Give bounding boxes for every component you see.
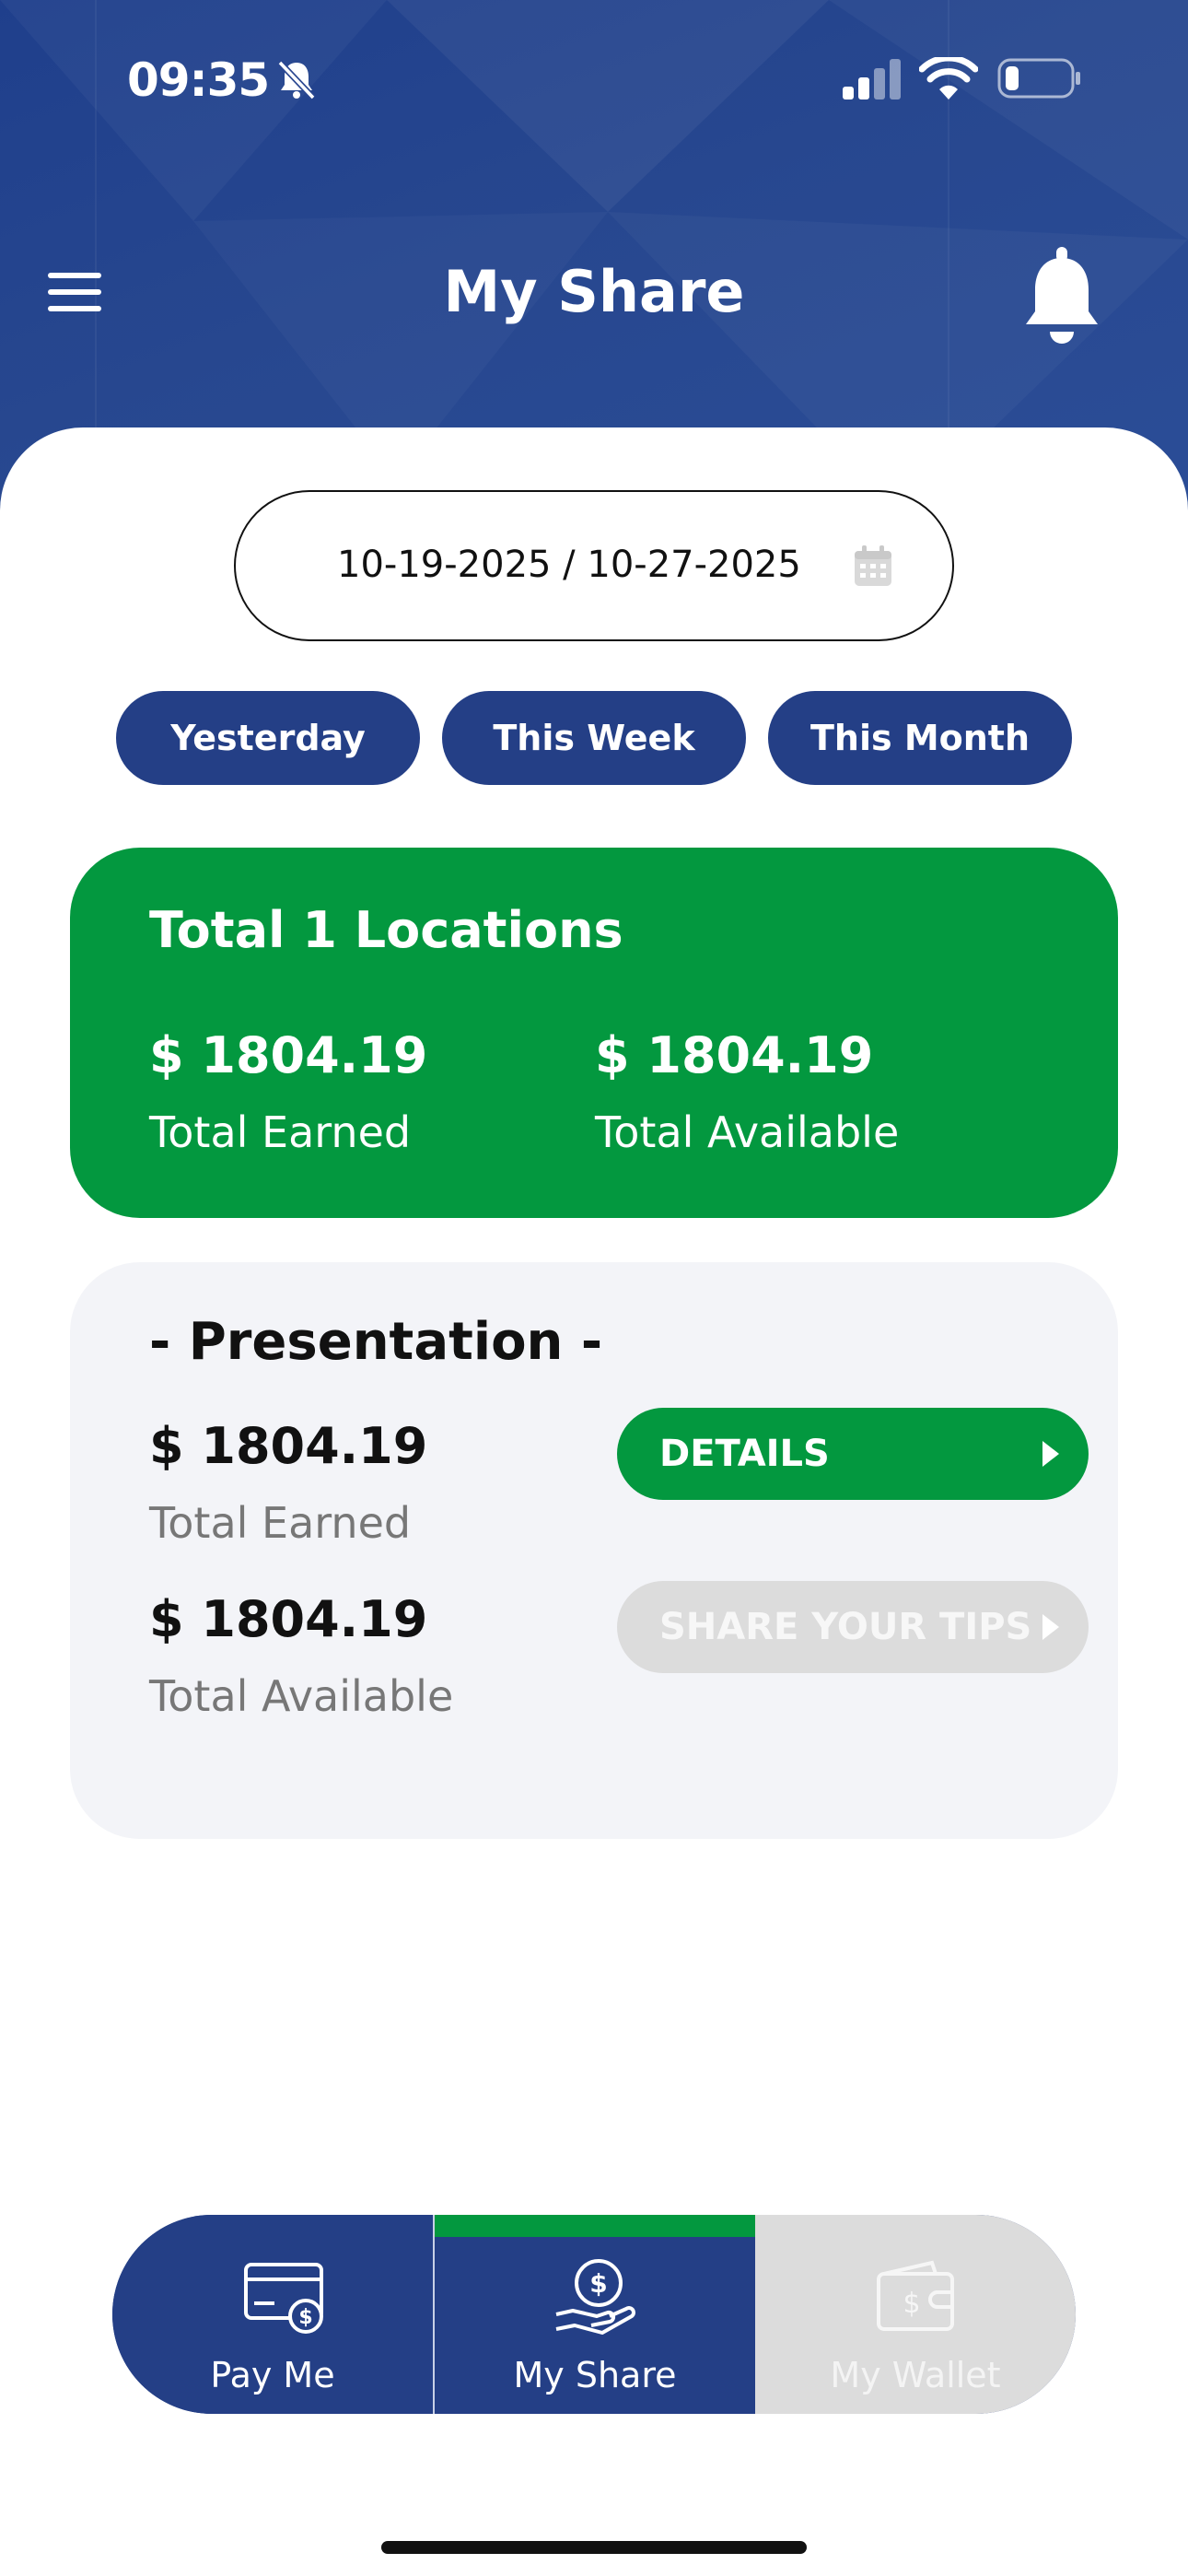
location-available-label: Total Available [149, 1671, 454, 1721]
location-card: - Presentation - $ 1804.19 Total Earned … [70, 1262, 1118, 1839]
date-range-text: 10-19-2025 / 10-27-2025 [337, 544, 801, 586]
location-earned-label: Total Earned [149, 1498, 412, 1548]
nav-pay-me-label: Pay Me [210, 2355, 335, 2395]
calendar-icon [855, 545, 891, 586]
notification-bell-icon[interactable] [1020, 247, 1103, 345]
cellular-signal-icon [843, 59, 901, 100]
active-indicator [435, 2215, 755, 2237]
summary-available-amount: $ 1804.19 [595, 1026, 874, 1084]
summary-title: Total 1 Locations [149, 901, 623, 959]
yesterday-chip[interactable]: Yesterday [116, 691, 420, 785]
nav-my-share[interactable]: $ My Share [435, 2215, 755, 2414]
status-time: 09:35 [127, 53, 270, 107]
total-summary-card: Total 1 Locations $ 1804.19 Total Earned… [70, 848, 1118, 1218]
details-button[interactable]: DETAILS [617, 1408, 1089, 1500]
hand-coin-icon: $ [555, 2259, 635, 2335]
svg-text:$: $ [589, 2268, 607, 2299]
card-dollar-icon: $ [244, 2263, 323, 2334]
location-available-amount: $ 1804.19 [149, 1590, 428, 1648]
home-indicator [381, 2541, 807, 2554]
this-month-chip[interactable]: This Month [768, 691, 1072, 785]
nav-my-wallet-label: My Wallet [830, 2355, 1001, 2395]
location-earned-amount: $ 1804.19 [149, 1417, 428, 1475]
location-name: - Presentation - [149, 1312, 603, 1372]
wifi-icon [919, 57, 978, 100]
share-button-label: SHARE YOUR TIPS [659, 1606, 1032, 1648]
play-arrow-icon [1042, 1614, 1059, 1640]
share-your-tips-button[interactable]: SHARE YOUR TIPS [617, 1581, 1089, 1673]
nav-my-wallet[interactable]: $ My Wallet [755, 2215, 1076, 2414]
this-week-chip[interactable]: This Week [442, 691, 746, 785]
play-arrow-icon [1042, 1441, 1059, 1467]
battery-icon [997, 58, 1080, 99]
silent-bell-icon [277, 60, 316, 100]
summary-available-label: Total Available [595, 1107, 900, 1157]
nav-my-share-label: My Share [513, 2355, 677, 2395]
nav-pay-me[interactable]: $ Pay Me [112, 2215, 433, 2414]
summary-earned-label: Total Earned [149, 1107, 412, 1157]
date-range-picker[interactable]: 10-19-2025 / 10-27-2025 [234, 490, 954, 641]
details-button-label: DETAILS [659, 1433, 830, 1475]
svg-text:$: $ [298, 2306, 312, 2329]
wallet-icon: $ [877, 2260, 954, 2331]
summary-earned-amount: $ 1804.19 [149, 1026, 428, 1084]
svg-text:$: $ [903, 2288, 920, 2320]
page-title: My Share [443, 258, 745, 325]
bottom-nav: $ Pay Me $ My Share $ My Wallet [112, 2215, 1076, 2414]
